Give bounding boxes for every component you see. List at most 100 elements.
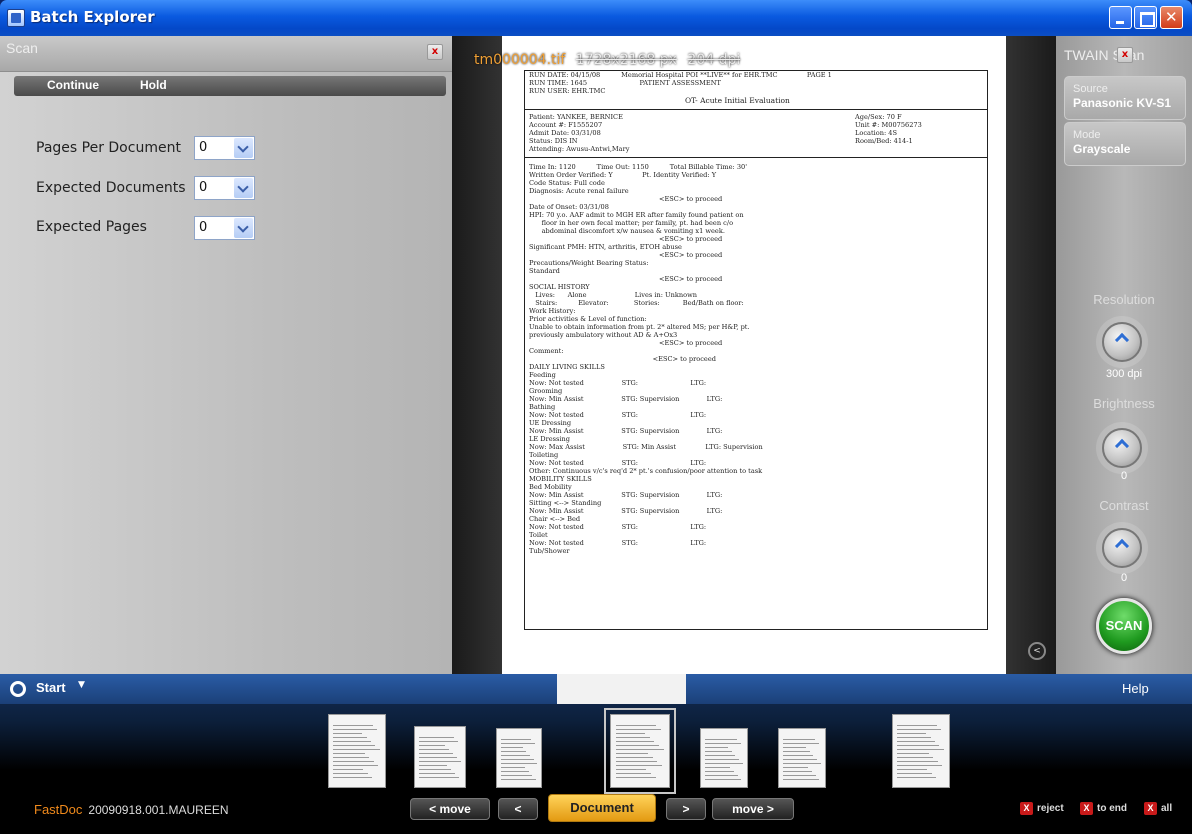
move-back-button[interactable]: < move (410, 798, 490, 820)
thumbnail-text-line (782, 779, 820, 780)
thumbnail-text-line (704, 771, 735, 772)
mode-button[interactable]: Mode Grayscale (1064, 122, 1186, 166)
thumbnail-text-line (897, 757, 934, 758)
resolution-knob[interactable] (1102, 322, 1142, 362)
brightness-value: 0 (1120, 470, 1128, 482)
thumbnail-text-line (782, 743, 819, 744)
contrast-label: Contrast (1099, 498, 1149, 513)
thumbnail-text-line (333, 753, 365, 754)
start-icon[interactable] (10, 681, 26, 697)
chevron-down-icon[interactable] (234, 178, 253, 198)
help-link[interactable]: Help (1122, 681, 1149, 696)
scan-panel-title: Scan (6, 40, 38, 56)
page-thumbnail[interactable] (778, 728, 826, 788)
page-thumbnail[interactable] (414, 726, 466, 788)
thumbnail-text-line (615, 733, 646, 734)
thumbnail-text-line (500, 759, 534, 760)
thumbnail-text-line (704, 763, 743, 764)
contrast-value: 0 (1120, 572, 1128, 584)
maximize-button[interactable] (1134, 6, 1157, 29)
thumbnail-text-line (333, 733, 363, 734)
thumbnail-text-line (897, 749, 944, 750)
brand-batch-info: FastDoc 20090918.001.MAUREEN (34, 802, 229, 817)
thumbnail-text-line (419, 777, 459, 778)
close-window-button[interactable] (1160, 6, 1183, 29)
document-viewer: RUN DATE: 04/15/08 Memorial Hospital POI… (452, 36, 1056, 674)
thumbnail-text-line (419, 741, 458, 742)
thumbnail-text-line (419, 765, 447, 766)
thumbnail-text-line (782, 759, 818, 760)
image-dpi: 204 dpi (687, 52, 741, 68)
page-thumbnail[interactable] (892, 714, 950, 788)
previous-button[interactable]: < (498, 798, 538, 820)
collapse-back-icon[interactable]: < (1028, 642, 1046, 660)
scan-action-bar: Continue Hold (14, 76, 446, 96)
page-thumbnail[interactable] (700, 728, 748, 788)
brightness-knob[interactable] (1102, 428, 1142, 468)
expected-documents-value: 0 (199, 180, 208, 195)
thumbnail-text-line (704, 755, 736, 756)
resolution-value: 300 dpi (1105, 368, 1143, 380)
thumbnail-text-line (704, 759, 740, 760)
thumbnail-text-line (782, 751, 810, 752)
thumbnail-text-line (897, 777, 937, 778)
scan-button[interactable]: SCAN (1096, 598, 1152, 654)
patient-info-right: Age/Sex: 70 F Unit #: M00756273 Location… (855, 113, 922, 145)
pages-per-document-select[interactable]: 0 (194, 136, 255, 160)
thumbnail-text-line (615, 761, 658, 762)
mode-label: Mode (1073, 129, 1101, 141)
move-forward-button[interactable]: move > (712, 798, 794, 820)
page-thumbnail[interactable] (496, 728, 542, 788)
thumbnail-text-line (615, 741, 655, 742)
thumbnail-text-line (500, 775, 533, 776)
title-bar: Batch Explorer (0, 0, 1192, 36)
twain-panel-close-button[interactable]: x (1117, 47, 1133, 63)
viewer-margin-right (1004, 36, 1056, 674)
thumbnail-text-line (615, 777, 656, 778)
thumbnail-text-line (419, 769, 451, 770)
chevron-down-icon[interactable] (234, 138, 253, 158)
thumbnail-text-line (615, 749, 664, 750)
chevron-down-icon[interactable] (234, 218, 253, 238)
document-content: RUN DATE: 04/15/08 Memorial Hospital POI… (524, 70, 988, 630)
thumbnail-text-line (704, 743, 741, 744)
hold-button[interactable]: Hold (140, 78, 167, 92)
expected-pages-value: 0 (199, 220, 208, 235)
all-button[interactable]: Xall (1144, 802, 1172, 818)
thumbnail-text-line (500, 771, 529, 772)
minimize-button[interactable] (1109, 6, 1132, 29)
thumbnail-text-line (897, 741, 935, 742)
to-end-button[interactable]: Xto end (1080, 802, 1127, 818)
document-page[interactable]: RUN DATE: 04/15/08 Memorial Hospital POI… (502, 36, 1006, 674)
start-menu-button[interactable]: Start (36, 680, 66, 695)
page-thumbnail[interactable] (328, 714, 386, 788)
scan-panel-close-button[interactable]: x (427, 44, 443, 60)
batch-name: 20090918.001.MAUREEN (88, 803, 229, 817)
current-document-tab (557, 674, 686, 704)
thumbnail-text-line (419, 737, 454, 738)
thumbnail-text-line (500, 739, 532, 740)
thumbnail-text-line (500, 763, 538, 764)
thumbnail-text-line (333, 773, 368, 774)
pages-per-document-value: 0 (199, 140, 208, 155)
thumbnail-text-line (333, 745, 376, 746)
contrast-knob[interactable] (1102, 528, 1142, 568)
x-icon: X (1020, 802, 1033, 815)
thumbnail-text-line (615, 757, 653, 758)
expected-pages-label: Expected Pages (36, 219, 147, 235)
thumbnail-text-line (333, 757, 370, 758)
document-subtitle: OT- Acute Initial Evaluation (685, 96, 790, 105)
document-button[interactable]: Document (548, 794, 656, 822)
expected-pages-select[interactable]: 0 (194, 216, 255, 240)
patient-info-left: Patient: YANKEE, BERNICE Account #: F155… (529, 113, 630, 153)
selected-page-thumbnail[interactable] (604, 708, 676, 794)
reject-button[interactable]: Xreject (1020, 802, 1064, 818)
caret-down-icon[interactable]: ▼ (78, 680, 85, 690)
continue-button[interactable]: Continue (47, 78, 99, 92)
thumbnail-text-line (897, 729, 942, 730)
expected-documents-select[interactable]: 0 (194, 176, 255, 200)
next-button[interactable]: > (666, 798, 706, 820)
x-icon: X (1080, 802, 1093, 815)
source-button[interactable]: Source Panasonic KV-S1 (1064, 76, 1186, 120)
document-header: RUN DATE: 04/15/08 Memorial Hospital POI… (529, 71, 832, 95)
